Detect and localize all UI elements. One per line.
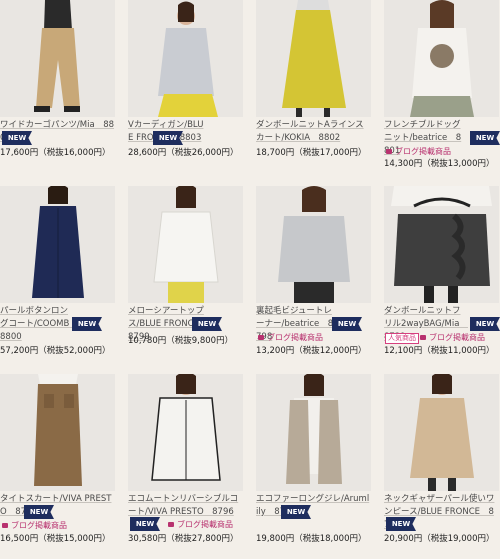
popular-badge: 人気商品 (385, 333, 419, 344)
product-image[interactable] (128, 374, 243, 491)
product-card[interactable]: エコムートンリバーシブルコート/VIVA PRESTO 8796 NEW ブログ… (128, 374, 243, 549)
product-card[interactable]: 裏起毛ビジュートレーナー/beatrice 8798 NEW ブログ掲載商品 1… (256, 186, 371, 361)
product-card[interactable]: ワイドカーゴパンツ/Mia 8804 NEW 17,600円（税抜16,000円… (0, 0, 115, 165)
product-card[interactable]: パールボタンロングコート/COOMB 8800 NEW 57,200円（税抜52… (0, 186, 115, 361)
product-price: 14,300円（税抜13,000円） (384, 159, 495, 169)
blog-badge: ブログ掲載商品 (384, 146, 451, 157)
new-badge: NEW (386, 517, 416, 531)
product-name[interactable]: パールボタンロングコート/COOMB 8800 (0, 305, 78, 344)
new-badge: NEW (281, 505, 311, 519)
new-badge: NEW (470, 317, 500, 331)
blog-badge: ブログ掲載商品 (418, 332, 485, 343)
product-image[interactable] (256, 186, 371, 303)
product-card[interactable]: ダンボールニットAラインスカート/KOKIA 8802 18,700円（税抜17… (256, 0, 371, 165)
product-card[interactable]: ダンボールニットフリル2wayBAG/Mia 8721 NEW 人気商品 ブログ… (384, 186, 500, 361)
new-badge: NEW (192, 317, 222, 331)
blog-badge: ブログ掲載商品 (166, 519, 233, 530)
product-image[interactable] (0, 186, 115, 303)
new-badge: NEW (153, 131, 183, 145)
product-card[interactable]: Vカーディガン/BLUE FRONCE 8803 NEW 28,600円（税抜2… (128, 0, 243, 165)
new-badge: NEW (24, 505, 54, 519)
product-image[interactable] (0, 0, 115, 117)
product-card[interactable]: エコファーロングジレ/Arumlily 8795 NEW 19,800円（税抜1… (256, 374, 371, 549)
product-price: 16,500円（税抜15,000円） (0, 534, 111, 544)
new-badge: NEW (130, 517, 160, 531)
product-image[interactable] (384, 186, 499, 303)
product-price: 19,800円（税抜18,000円） (256, 534, 367, 544)
product-card[interactable]: フレンチブルドッグニット/beatrice 8801 NEW ブログ掲載商品 1… (384, 0, 500, 175)
new-badge: NEW (72, 317, 102, 331)
product-name[interactable]: ダンボールニットAラインスカート/KOKIA 8802 (256, 119, 370, 145)
product-price: 13,200円（税抜12,000円） (256, 346, 367, 356)
product-price: 10,780円（税抜9,800円） (128, 336, 234, 346)
product-name[interactable]: タイトスカート/VIVA PRESTO 8797 (0, 493, 114, 519)
blog-badge: ブログ掲載商品 (0, 520, 67, 531)
product-price: 28,600円（税抜26,000円） (128, 148, 239, 158)
product-price: 57,200円（税抜52,000円） (0, 346, 111, 356)
product-name[interactable]: エコムートンリバーシブルコート/VIVA PRESTO 8796 (128, 493, 240, 519)
blog-badge: ブログ掲載商品 (256, 332, 323, 343)
product-price: 12,100円（税抜11,000円） (384, 346, 495, 356)
product-price: 18,700円（税抜17,000円） (256, 148, 367, 158)
product-price: 17,600円（税抜16,000円） (0, 148, 111, 158)
product-card[interactable]: メローシアートップス/BLUE FRONCE 8799 NEW 10,780円（… (128, 186, 243, 361)
product-image[interactable] (384, 0, 499, 117)
product-name[interactable]: エコファーロングジレ/Arumlily 8795 (256, 493, 370, 519)
new-badge: NEW (470, 131, 500, 145)
product-image[interactable] (256, 374, 371, 491)
new-badge: NEW (2, 131, 32, 145)
product-image[interactable] (256, 0, 371, 117)
product-card[interactable]: ネックギャザーパール使いワンピース/BLUE FRONCE 8794 NEW 2… (384, 374, 499, 549)
new-badge: NEW (332, 317, 362, 331)
product-image[interactable] (0, 374, 115, 491)
product-card[interactable]: タイトスカート/VIVA PRESTO 8797 NEW ブログ掲載商品 16,… (0, 374, 115, 549)
product-price: 20,900円（税抜19,000円） (384, 534, 495, 544)
product-image[interactable] (128, 0, 243, 117)
product-image[interactable] (384, 374, 499, 491)
product-image[interactable] (128, 186, 243, 303)
product-price: 30,580円（税抜27,800円） (128, 534, 239, 544)
